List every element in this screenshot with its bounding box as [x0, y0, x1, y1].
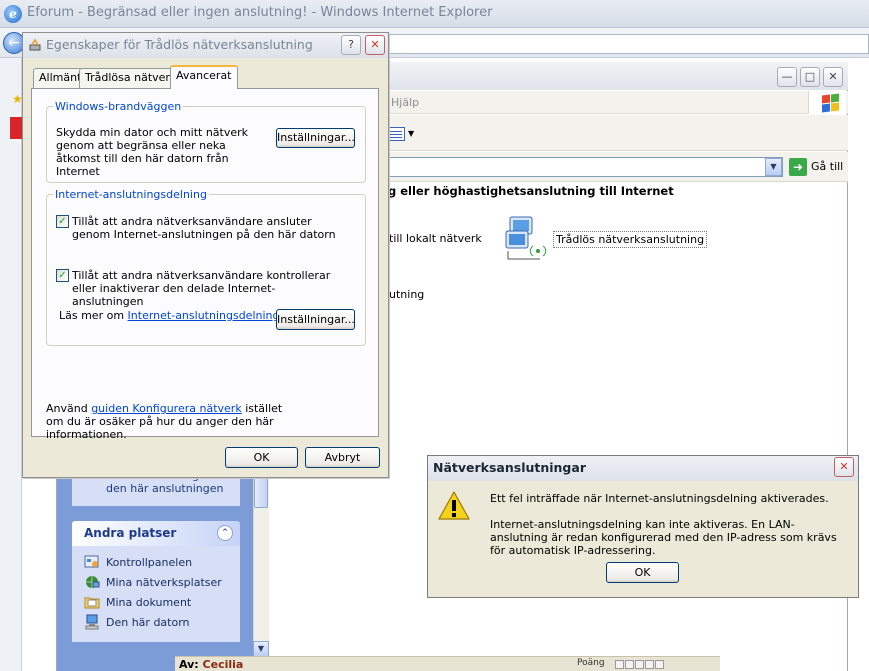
- help-button[interactable]: ?: [341, 35, 361, 55]
- properties-close-button[interactable]: ✕: [365, 35, 385, 55]
- ie-window-title: Eforum - Begränsad eller ingen anslutnin…: [27, 5, 493, 20]
- allow-control-label[interactable]: Tillåt att andra nätverksanvändare kontr…: [72, 269, 342, 308]
- wizard-text: Använd guiden Konfigurera nätverk iställ…: [46, 402, 283, 441]
- place-label: Kontrollpanelen: [106, 555, 193, 569]
- network-setup-wizard-link[interactable]: guiden Konfigurera nätverk: [91, 402, 241, 415]
- windows-logo-icon: [808, 91, 846, 114]
- network-connection-icon: [29, 38, 41, 51]
- documents-folder-icon: [84, 597, 100, 609]
- ics-legend: Internet-anslutningsdelning: [53, 188, 209, 201]
- allow-sharing-label[interactable]: Tillåt att andra nätverksanvändare anslu…: [72, 215, 342, 241]
- place-label: Den här datorn: [106, 615, 190, 629]
- forum-points-boxes: [615, 660, 664, 669]
- other-places-header[interactable]: Andra platser ⌃: [72, 521, 240, 546]
- close-button[interactable]: ✕: [823, 67, 843, 87]
- my-computer-icon: [85, 614, 99, 630]
- firewall-legend: Windows-brandväggen: [53, 100, 184, 113]
- chevron-down-icon[interactable]: ▼: [408, 129, 414, 138]
- views-icon[interactable]: [387, 127, 405, 141]
- place-documents[interactable]: Mina dokument: [84, 594, 191, 610]
- control-panel-icon: [84, 555, 99, 568]
- other-places-title: Andra platser: [84, 526, 177, 540]
- allow-sharing-checkbox[interactable]: ✓: [56, 215, 69, 228]
- place-label: Mina nätverksplatser: [106, 575, 222, 589]
- error-message: Ett fel inträffade när Internet-anslutni…: [490, 492, 829, 505]
- connection-label-partial[interactable]: utning: [389, 288, 424, 301]
- wireless-connection-icon[interactable]: [500, 215, 552, 261]
- favorites-star-icon[interactable]: ★: [12, 93, 23, 105]
- learn-more-text: Läs mer om Internet-anslutningsdelning.: [59, 309, 283, 322]
- error-detail: Internet-anslutningsdelning kan inte akt…: [490, 518, 837, 557]
- allow-control-checkbox[interactable]: ✓: [56, 269, 69, 282]
- tab-wireless-networks[interactable]: Trådlösa nätverk: [79, 68, 183, 88]
- forum-author: Av: Cecilia: [179, 658, 244, 671]
- firewall-description: Skydda min dator och mitt nätverk genom …: [56, 126, 249, 178]
- lan-connection-label[interactable]: till lokalt nätverk: [389, 232, 482, 245]
- place-my-computer[interactable]: Den här datorn: [84, 614, 190, 630]
- forum-points-label: Poäng: [577, 658, 605, 668]
- error-title: Nätverksanslutningar: [433, 460, 586, 475]
- go-arrow-icon[interactable]: ➜: [789, 158, 807, 176]
- place-network-places[interactable]: Mina nätverksplatser: [84, 574, 222, 590]
- address-input[interactable]: [385, 157, 783, 177]
- ics-settings-button[interactable]: Inställningar...: [276, 309, 355, 330]
- ie-address-strip[interactable]: [386, 34, 869, 54]
- wireless-connection-label[interactable]: Trådlös nätverksanslutning: [553, 231, 708, 248]
- place-control-panel[interactable]: Kontrollpanelen: [84, 554, 192, 570]
- error-close-button[interactable]: ✕: [834, 457, 854, 477]
- tab-advanced[interactable]: Avancerat: [170, 65, 238, 89]
- internet-explorer-icon: e: [4, 5, 22, 23]
- firewall-settings-button[interactable]: Inställningar...: [276, 128, 355, 148]
- place-label: Mina dokument: [106, 595, 192, 609]
- error-ok-button[interactable]: OK: [606, 562, 679, 583]
- network-places-icon: [86, 576, 100, 588]
- forum-post-header: Av: Cecilia Poäng: [175, 656, 720, 671]
- scroll-down-arrow-icon[interactable]: ▼: [253, 641, 269, 657]
- ics-help-link[interactable]: Internet-anslutningsdelning: [128, 309, 280, 322]
- cancel-button[interactable]: Avbryt: [305, 447, 380, 468]
- section-header: g eller höghastighetsanslutning till Int…: [388, 184, 674, 198]
- other-places-list: Kontrollpanelen Mina nätverksplatser Min…: [72, 546, 240, 642]
- collapse-chevron-icon[interactable]: ⌃: [217, 525, 233, 541]
- properties-title: Egenskaper för Trådlös nätverksanslutnin…: [46, 37, 313, 52]
- ok-button[interactable]: OK: [225, 447, 298, 468]
- address-dropdown-button[interactable]: ▼: [765, 158, 782, 176]
- go-to-button[interactable]: Gå till: [811, 160, 843, 173]
- warning-icon: [438, 491, 470, 520]
- ie-red-tab-icon: [10, 117, 22, 139]
- minimize-button[interactable]: —: [777, 67, 797, 87]
- menu-help[interactable]: Hjälp: [391, 96, 419, 109]
- ie-left-frame: [0, 58, 22, 671]
- maximize-button[interactable]: □: [800, 67, 820, 87]
